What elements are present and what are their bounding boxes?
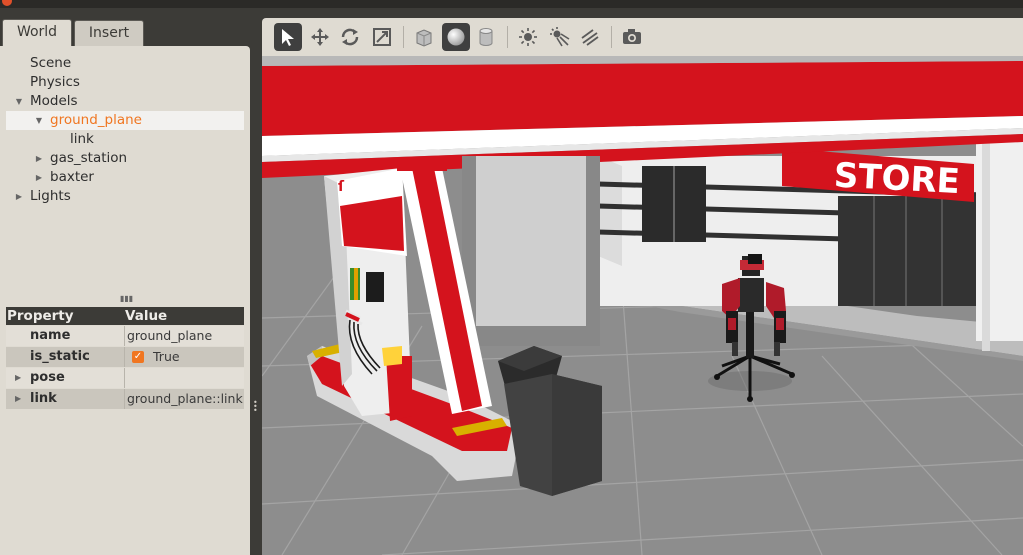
main-toolbar <box>262 18 1023 56</box>
property-key: name <box>30 328 71 343</box>
collapsed-arrow-icon[interactable]: ▶ <box>34 168 44 187</box>
property-row-name[interactable]: name ground_plane <box>6 326 244 346</box>
property-key: link <box>30 391 57 406</box>
toolbar-separator <box>403 26 404 48</box>
window-title-bar <box>0 0 1023 8</box>
tab-insert[interactable]: Insert <box>74 20 144 47</box>
column-divider <box>124 389 125 409</box>
column-header-value: Value <box>125 308 168 324</box>
property-row-pose[interactable]: ▶ pose <box>6 368 244 388</box>
store-sign-text: STORE <box>833 156 961 203</box>
box-icon <box>416 29 432 47</box>
toolbar-separator <box>507 26 508 48</box>
select-mode-button[interactable] <box>274 23 302 51</box>
property-value: ground_plane::link <box>127 391 243 406</box>
insert-directional-light-button[interactable] <box>576 23 604 51</box>
toolbar-separator <box>611 26 612 48</box>
tree-item-ground-plane[interactable]: ▼ ground_plane <box>6 111 244 130</box>
property-value: ground_plane <box>127 328 213 343</box>
tree-item-label: Physics <box>30 74 80 90</box>
translate-mode-button[interactable] <box>306 23 334 51</box>
world-panel: Scene Physics ▼ Models ▼ ground_plane li… <box>0 46 250 555</box>
tree-item-baxter[interactable]: ▶ baxter <box>0 168 250 187</box>
tree-item-gas-station[interactable]: ▶ gas_station <box>0 149 250 168</box>
pane-resize-grip-icon[interactable]: ▮▮▮ <box>120 294 133 303</box>
tree-item-lights[interactable]: ▶ Lights <box>0 187 250 206</box>
tree-item-label: ground_plane <box>50 112 142 128</box>
rotate-icon <box>341 28 359 46</box>
expanded-arrow-icon[interactable]: ▼ <box>14 92 24 111</box>
column-divider <box>124 368 125 388</box>
tree-item-physics[interactable]: Physics <box>0 73 250 92</box>
expanded-arrow-icon[interactable]: ▼ <box>34 111 44 130</box>
directional-light-icon <box>581 29 599 46</box>
insert-box-button[interactable] <box>410 23 438 51</box>
point-light-icon <box>519 28 537 46</box>
close-window-icon[interactable] <box>2 0 12 6</box>
rotate-mode-button[interactable] <box>336 23 364 51</box>
insert-spot-light-button[interactable] <box>546 23 574 51</box>
property-key: pose <box>30 370 65 385</box>
column-divider <box>124 326 125 346</box>
insert-point-light-button[interactable] <box>514 23 542 51</box>
collapsed-arrow-icon[interactable]: ▶ <box>15 368 21 388</box>
property-value: True <box>153 349 180 364</box>
is-static-checkbox[interactable]: ✓ <box>132 351 144 363</box>
tree-item-models[interactable]: ▼ Models <box>0 92 250 111</box>
property-key: is_static <box>30 349 90 364</box>
svg-text:ſ: ſ <box>338 179 345 195</box>
screenshot-button[interactable] <box>618 23 646 51</box>
tree-item-label: gas_station <box>50 150 128 166</box>
collapsed-arrow-icon[interactable]: ▶ <box>14 187 24 206</box>
scale-mode-button[interactable] <box>368 23 396 51</box>
tree-item-label: link <box>70 131 94 147</box>
tree-item-label: baxter <box>50 169 94 185</box>
tab-world[interactable]: World <box>2 19 72 47</box>
left-panel: World Insert Scene Physics ▼ Models ▼ gr… <box>0 8 262 555</box>
tree-item-scene[interactable]: Scene <box>0 54 250 73</box>
translate-icon <box>311 28 329 46</box>
collapsed-arrow-icon[interactable]: ▶ <box>15 389 21 409</box>
tree-item-label: Scene <box>30 55 72 71</box>
select-arrow-icon <box>282 29 294 46</box>
spot-light-icon <box>550 27 570 47</box>
collapsed-arrow-icon[interactable]: ▶ <box>34 149 44 168</box>
store-entrance <box>838 196 978 306</box>
panel-splitter-handle[interactable]: • • • <box>253 399 258 415</box>
screenshot-icon <box>623 29 641 44</box>
column-divider <box>124 347 125 367</box>
property-row-is-static[interactable]: is_static ✓ True <box>6 347 244 367</box>
tree-item-label: Models <box>30 93 78 109</box>
cylinder-icon <box>479 28 493 46</box>
tree-item-link[interactable]: link <box>0 130 250 149</box>
insert-cylinder-button[interactable] <box>472 23 500 51</box>
scale-icon <box>373 28 391 46</box>
column-header-property: Property <box>7 308 74 324</box>
scene-render: STORE ſ <box>262 56 1023 555</box>
insert-sphere-button[interactable] <box>442 23 470 51</box>
tree-item-label: Lights <box>30 188 71 204</box>
sphere-icon <box>447 28 465 46</box>
property-row-link[interactable]: ▶ link ground_plane::link <box>6 389 244 409</box>
scene-viewport[interactable]: STORE ſ <box>262 56 1023 555</box>
property-table-header: Property Value <box>6 307 244 325</box>
